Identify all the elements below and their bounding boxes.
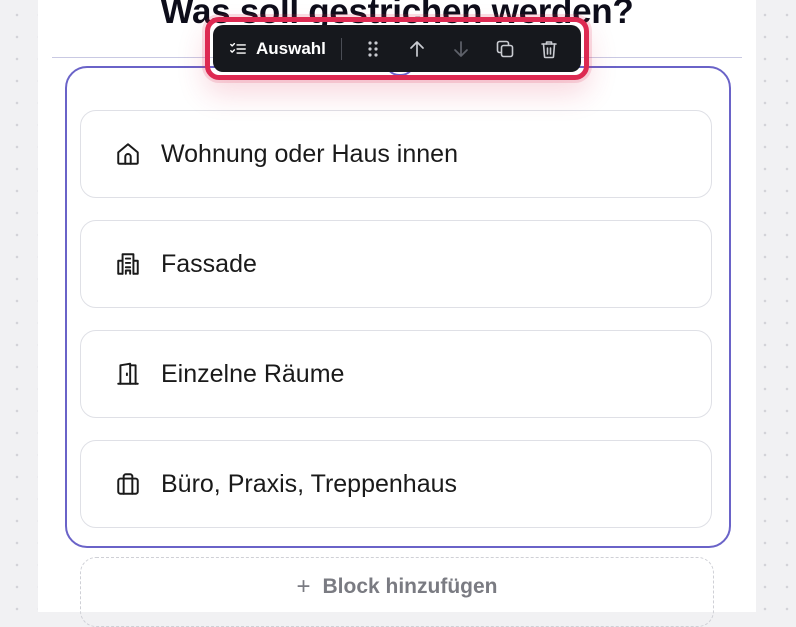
move-down-button[interactable] (447, 35, 475, 63)
add-block-label: Block hinzufügen (322, 575, 498, 598)
duplicate-icon (496, 40, 514, 57)
house-icon (115, 141, 141, 167)
option-card[interactable]: Einzelne Räume (80, 330, 712, 418)
arrow-down-icon (454, 40, 468, 57)
arrow-up-icon (410, 40, 424, 57)
plus-icon: + (296, 573, 311, 600)
option-card[interactable]: Wohnung oder Haus innen (80, 110, 712, 198)
door-icon (115, 361, 141, 387)
duplicate-button[interactable] (491, 35, 519, 63)
delete-button[interactable] (535, 35, 563, 63)
option-label: Einzelne Räume (161, 359, 345, 388)
option-label: Wohnung oder Haus innen (161, 139, 458, 168)
briefcase-icon (115, 471, 141, 497)
move-up-button[interactable] (403, 35, 431, 63)
option-label: Büro, Praxis, Treppenhaus (161, 469, 457, 498)
toolbar-separator (340, 37, 342, 60)
option-card[interactable]: Büro, Praxis, Treppenhaus (80, 440, 712, 528)
building-icon (115, 251, 141, 277)
editor-canvas: Was soll gestrichen werden? Wohnung oder… (38, 0, 756, 627)
block-type-selector[interactable]: Auswahl (229, 39, 326, 59)
block-toolbar: Auswahl (213, 25, 581, 72)
drag-handle-button[interactable] (359, 35, 387, 63)
trash-icon (541, 40, 557, 58)
option-label: Fassade (161, 249, 257, 278)
add-block-button[interactable]: + Block hinzufügen (80, 557, 714, 627)
option-card[interactable]: Fassade (80, 220, 712, 308)
list-check-icon (230, 42, 246, 54)
block-type-label: Auswahl (256, 38, 326, 58)
drag-handle-icon (368, 40, 378, 57)
